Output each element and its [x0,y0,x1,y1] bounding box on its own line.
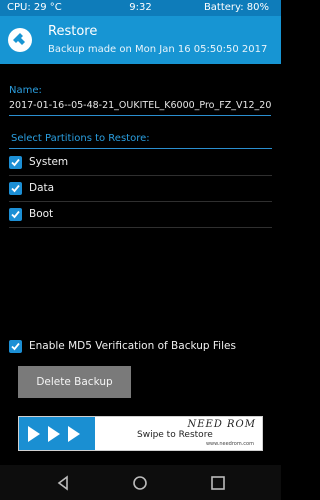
header: Restore Backup made on Mon Jan 16 05:50:… [0,16,281,64]
backup-name-field[interactable]: 2017-01-16--05-48-21_OUKITEL_K6000_Pro_F… [9,100,271,116]
checkbox-checked-icon [9,340,22,353]
status-bar: CPU: 29 °C 9:32 Battery: 80% [0,0,281,16]
divider [9,227,272,228]
page-title: Restore [48,24,98,39]
watermark-url: www.needrom.com [205,441,254,447]
divider [9,148,272,149]
partitions-label: Select Partitions to Restore: [11,133,150,144]
triple-arrow-icon [28,426,80,442]
battery-level: Battery: 80% [203,2,269,13]
checkbox-checked-icon [9,182,22,195]
swipe-to-restore-slider[interactable]: Swipe to Restore NEED ROM www.needrom.co… [18,416,263,451]
navigation-bar [0,465,281,500]
home-icon[interactable] [131,474,149,492]
divider [9,175,272,176]
checkbox-checked-icon [9,208,22,221]
twrp-logo-icon [8,28,32,52]
partition-label: System [29,156,69,168]
divider [9,201,272,202]
partition-label: Boot [29,208,54,220]
name-label: Name: [9,85,42,96]
swipe-handle[interactable] [19,417,95,450]
checkbox-checked-icon [9,156,22,169]
recents-icon[interactable] [209,474,227,492]
backup-date: Backup made on Mon Jan 16 05:50:50 2017 [48,44,268,55]
swipe-label: Swipe to Restore [137,430,213,440]
delete-backup-button[interactable]: Delete Backup [18,366,131,398]
back-icon[interactable] [54,474,72,492]
partition-label: Data [29,182,55,194]
watermark-logo: NEED ROM [187,419,256,430]
md5-label: Enable MD5 Verification of Backup Files [29,340,236,352]
